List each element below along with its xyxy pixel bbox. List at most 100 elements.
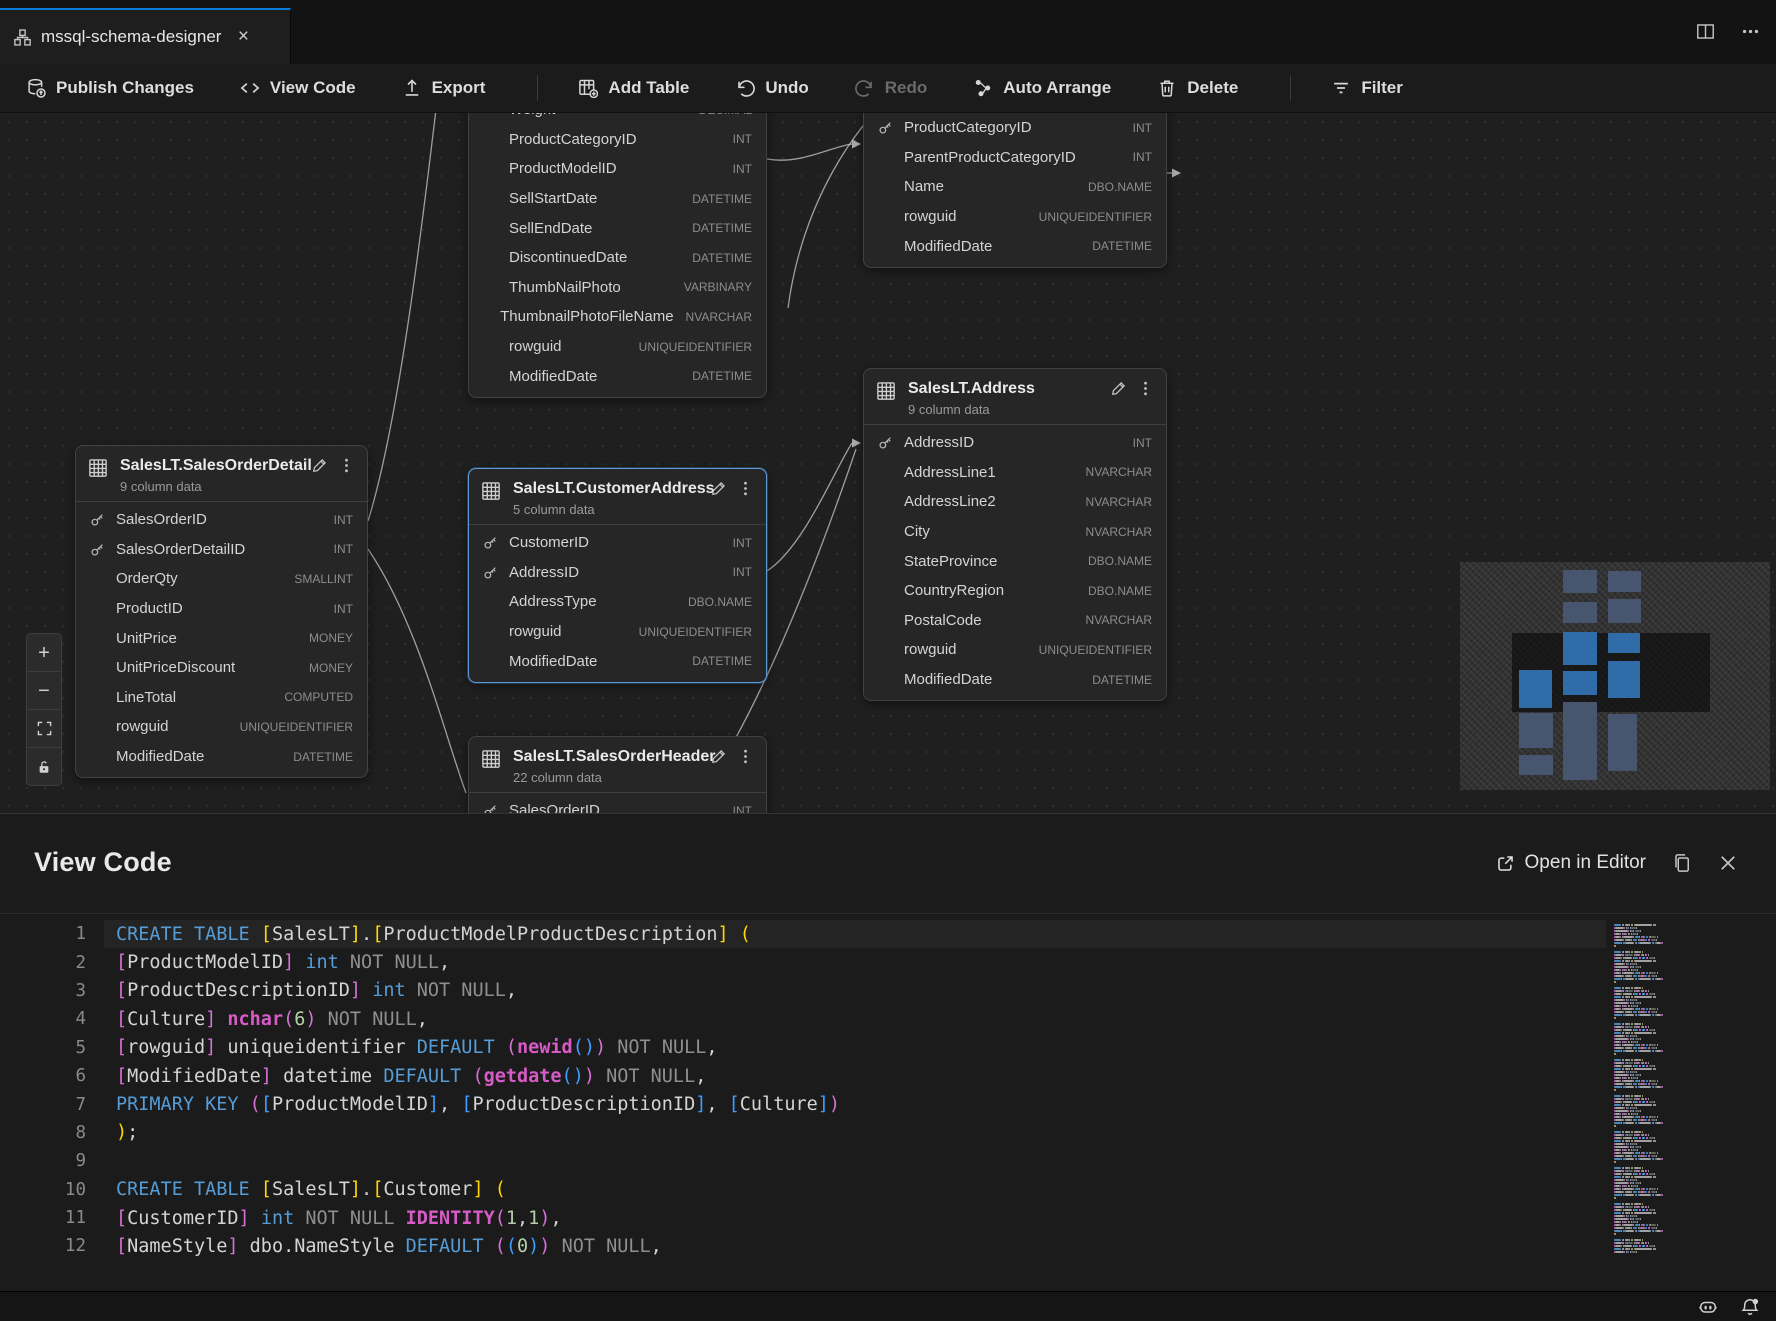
split-editor-icon[interactable] [1696, 22, 1715, 41]
column-row[interactable]: ModifiedDateDATETIME [469, 646, 766, 676]
zoom-in-button[interactable]: + [27, 634, 61, 672]
table-menu-icon[interactable] [1137, 380, 1154, 397]
edit-table-icon[interactable] [1110, 380, 1127, 397]
column-row[interactable]: ModifiedDateDATETIME [469, 361, 766, 391]
copy-code-icon[interactable] [1672, 853, 1692, 873]
code-minimap-line [1615, 1146, 1627, 1148]
column-row[interactable]: SellEndDateDATETIME [469, 213, 766, 243]
column-type: NVARCHAR [1074, 465, 1152, 479]
column-row[interactable]: rowguidUNIQUEIDENTIFIER [469, 332, 766, 362]
open-in-editor-button[interactable]: Open in Editor [1496, 852, 1646, 874]
table-menu-icon[interactable] [338, 457, 355, 474]
code-minimap-line [1626, 1191, 1631, 1193]
diagram-minimap[interactable] [1460, 562, 1770, 790]
table-actions [710, 480, 754, 497]
table-card-address[interactable]: SalesLT.Address9 column dataAddressIDINT… [863, 368, 1167, 701]
table-card-productcategory-partial[interactable]: 5 column dataProductCategoryIDINTParentP… [863, 113, 1167, 268]
code-minimap[interactable] [1613, 924, 1675, 1260]
view-code-button[interactable]: View Code [240, 78, 356, 98]
column-row[interactable]: ModifiedDateDATETIME [76, 742, 367, 772]
column-row[interactable]: CountryRegionDBO.NAME [864, 576, 1166, 606]
column-row[interactable]: PostalCodeNVARCHAR [864, 606, 1166, 636]
column-row[interactable]: CityNVARCHAR [864, 517, 1166, 547]
edit-table-icon[interactable] [710, 480, 727, 497]
column-row[interactable]: CustomerIDINT [469, 528, 766, 558]
column-row[interactable]: LineTotalCOMPUTED [76, 683, 367, 713]
column-row[interactable]: DiscontinuedDateDATETIME [469, 243, 766, 273]
column-row[interactable]: SalesOrderDetailIDINT [76, 535, 367, 565]
column-row[interactable]: UnitPriceDiscountMONEY [76, 653, 367, 683]
column-row[interactable]: ProductCategoryIDINT [469, 125, 766, 155]
column-row[interactable]: AddressLine1NVARCHAR [864, 458, 1166, 488]
edit-table-icon[interactable] [710, 748, 727, 765]
filter-button[interactable]: Filter [1331, 78, 1403, 98]
redo-button[interactable]: Redo [855, 78, 928, 98]
column-row[interactable]: ProductModelIDINT [469, 154, 766, 184]
column-row[interactable]: AddressIDINT [469, 558, 766, 588]
column-row[interactable]: StateProvinceDBO.NAME [864, 546, 1166, 576]
column-row[interactable]: rowguidUNIQUEIDENTIFIER [864, 635, 1166, 665]
column-row[interactable]: SalesOrderIDINT [469, 796, 766, 813]
add-table-button[interactable]: Add Table [578, 78, 689, 98]
column-name: UnitPriceDiscount [116, 659, 235, 676]
copilot-icon[interactable] [1698, 1297, 1718, 1317]
code-minimap-line [1625, 1212, 1629, 1214]
code-minimap-line [1624, 1245, 1632, 1247]
column-row[interactable]: SellStartDateDATETIME [469, 184, 766, 214]
column-name: ParentProductCategoryID [904, 149, 1076, 166]
zoom-out-button[interactable]: − [27, 672, 61, 710]
column-row[interactable]: ProductCategoryIDINT [864, 113, 1166, 143]
code-minimap-line [1615, 1101, 1621, 1103]
table-card-salesorderheader[interactable]: SalesLT.SalesOrderHeader22 column dataSa… [468, 736, 767, 813]
column-row[interactable]: NameDBO.NAME [864, 172, 1166, 202]
code-line: 11[CustomerID] int NOT NULL IDENTITY(1,1… [0, 1204, 1776, 1232]
lock-button[interactable] [27, 748, 61, 785]
table-card-customeraddress[interactable]: SalesLT.CustomerAddress5 column dataCust… [468, 468, 767, 683]
table-card-product-partial[interactable]: WeightDECIMALProductCategoryIDINTProduct… [468, 113, 767, 398]
auto-arrange-button[interactable]: Auto Arrange [973, 78, 1111, 98]
column-row[interactable]: ThumbNailPhotoVARBINARY [469, 273, 766, 303]
bell-icon[interactable] [1740, 1297, 1760, 1317]
column-row[interactable]: rowguidUNIQUEIDENTIFIER [76, 712, 367, 742]
column-row[interactable]: ParentProductCategoryIDINT [864, 143, 1166, 173]
tab-close-icon[interactable]: × [231, 25, 255, 49]
code-minimap-line [1625, 1122, 1634, 1124]
column-row[interactable]: AddressLine2NVARCHAR [864, 487, 1166, 517]
relationship-arrow [852, 140, 861, 149]
column-row[interactable]: OrderQtySMALLINT [76, 564, 367, 594]
column-row[interactable]: WeightDECIMAL [469, 113, 766, 125]
schema-canvas[interactable]: WeightDECIMALProductCategoryIDINTProduct… [0, 113, 1776, 813]
export-button[interactable]: Export [402, 78, 486, 98]
tab-mssql-schema-designer[interactable]: mssql-schema-designer × [0, 8, 291, 64]
column-row[interactable]: ProductIDINT [76, 594, 367, 624]
column-type: DATETIME [680, 654, 752, 668]
table-menu-icon[interactable] [737, 748, 754, 765]
column-row[interactable]: rowguidUNIQUEIDENTIFIER [864, 202, 1166, 232]
publish-changes-button[interactable]: Publish Changes [26, 78, 194, 98]
code-minimap-line [1637, 1077, 1638, 1079]
table-menu-icon[interactable] [737, 480, 754, 497]
close-panel-icon[interactable] [1718, 853, 1738, 873]
code-minimap-line [1656, 939, 1657, 941]
fit-view-button[interactable] [27, 710, 61, 748]
panel-title: View Code [34, 847, 172, 878]
column-row[interactable]: ModifiedDateDATETIME [864, 231, 1166, 261]
primary-key-icon [878, 120, 904, 135]
column-row[interactable]: UnitPriceMONEY [76, 623, 367, 653]
edit-table-icon[interactable] [311, 457, 328, 474]
column-row[interactable]: AddressTypeDBO.NAME [469, 587, 766, 617]
column-row[interactable]: AddressIDINT [864, 428, 1166, 458]
table-card-salesorderdetail[interactable]: SalesLT.SalesOrderDetail9 column dataSal… [75, 445, 368, 778]
delete-button[interactable]: Delete [1157, 78, 1238, 98]
more-actions-icon[interactable] [1741, 22, 1760, 41]
undo-button[interactable]: Undo [735, 78, 808, 98]
code-minimap-line [1614, 1122, 1621, 1124]
column-row[interactable]: ThumbnailPhotoFileNameNVARCHAR [469, 302, 766, 332]
column-row[interactable]: ModifiedDateDATETIME [864, 665, 1166, 695]
code-minimap-line [1614, 924, 1621, 926]
code-minimap-line [1640, 939, 1644, 941]
sql-code-editor[interactable]: 1CREATE TABLE [SalesLT].[ProductModelPro… [0, 913, 1776, 1261]
column-row[interactable]: rowguidUNIQUEIDENTIFIER [469, 617, 766, 647]
column-row[interactable]: SalesOrderIDINT [76, 505, 367, 535]
undo-icon [735, 78, 755, 98]
